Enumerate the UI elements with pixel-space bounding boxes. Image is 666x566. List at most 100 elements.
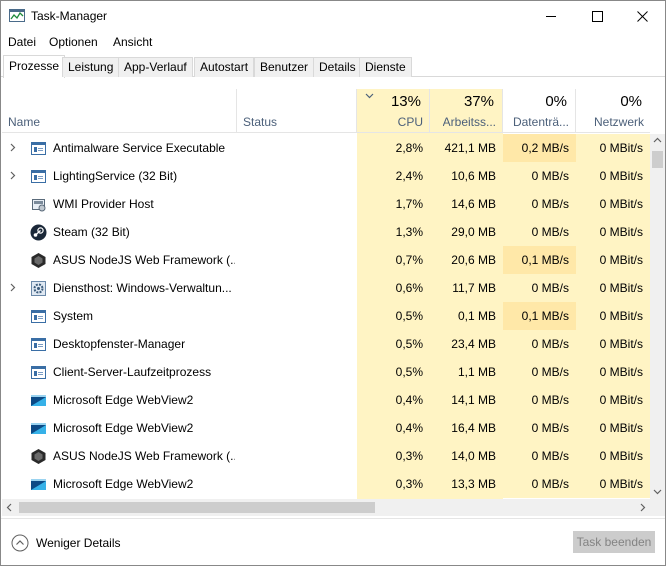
end-task-button[interactable]: Task beenden: [573, 531, 655, 553]
column-header: Name Status 13% CPU 37% Arbeitss... 0% D…: [2, 89, 650, 133]
process-row[interactable]: Microsoft Edge WebView2 0,4% 14,1 MB 0 MB/s…: [2, 386, 650, 414]
horizontal-scroll-thumb[interactable]: [19, 502, 375, 513]
task-manager-app-icon: [9, 9, 25, 22]
process-row[interactable]: Antimalware Service Executable 2,8% 421,1 …: [2, 134, 650, 162]
process-name: WMI Provider Host: [53, 197, 154, 211]
memory-column-header[interactable]: 37% Arbeitss...: [430, 89, 503, 133]
process-row[interactable]: ASUS NodeJS Web Framework (... 0,7% 20,6 M…: [2, 246, 650, 274]
close-button[interactable]: [619, 1, 665, 31]
process-disk: 0,2 MB/s: [503, 134, 576, 162]
steam-icon: [30, 224, 47, 241]
process-disk: 0 MB/s: [503, 358, 576, 386]
cpu-column-header[interactable]: 13% CPU: [357, 89, 430, 133]
horizontal-scrollbar[interactable]: [2, 499, 650, 516]
tab-details[interactable]: Details: [313, 57, 362, 77]
memory-header-label: Arbeitss...: [442, 115, 496, 129]
vertical-scroll-thumb[interactable]: [652, 151, 663, 168]
scroll-down-icon[interactable]: [653, 489, 662, 495]
tab-app-verlauf[interactable]: App-Verlauf: [118, 57, 193, 77]
minimize-icon: [546, 16, 556, 17]
process-disk: 0 MB/s: [503, 190, 576, 218]
menu-ansicht[interactable]: Ansicht: [113, 35, 152, 49]
chevron-right-icon[interactable]: [10, 171, 16, 180]
footer: Weniger Details Task beenden: [1, 518, 665, 565]
process-name: ASUS NodeJS Web Framework (...: [53, 449, 235, 463]
process-memory: 11,7 MB: [452, 281, 496, 295]
process-list: Antimalware Service Executable 2,8% 421,1 …: [2, 134, 650, 499]
process-row[interactable]: System 0,5% 0,1 MB 0,1 MB/s 0 MBit/s: [2, 302, 650, 330]
process-memory: 1,1 MB: [457, 365, 496, 379]
process-disk: 0 MB/s: [503, 162, 576, 190]
process-row[interactable]: Microsoft Edge WebView2 0,4% 16,4 MB 0 MB/s…: [2, 414, 650, 442]
asus-icon: [31, 253, 46, 268]
process-memory: 16,4 MB: [451, 421, 496, 435]
process-row[interactable]: Diensthost: Windows-Verwaltun... 0,6% 11,7…: [2, 274, 650, 302]
edge-webview-icon: [31, 479, 46, 490]
process-disk: 0 MB/s: [503, 414, 576, 442]
process-network: 0 MBit/s: [576, 386, 650, 414]
scroll-right-icon[interactable]: [640, 503, 646, 512]
scroll-left-icon[interactable]: [6, 503, 12, 512]
maximize-button[interactable]: [574, 1, 620, 31]
process-name: Antimalware Service Executable: [53, 141, 226, 155]
less-details-button[interactable]: Weniger Details: [11, 534, 120, 552]
tab-autostart[interactable]: Autostart: [194, 57, 255, 77]
process-row[interactable]: WMI Provider Host 1,7% 14,6 MB 0 MB/s 0 MBit…: [2, 190, 650, 218]
menu-optionen[interactable]: Optionen: [49, 35, 98, 49]
process-row[interactable]: LightingService (32 Bit) 2,4% 10,6 MB 0 MB/…: [2, 162, 650, 190]
process-name: Microsoft Edge WebView2: [53, 393, 194, 407]
menu-bar: Datei Optionen Ansicht: [1, 32, 665, 52]
disk-header-label: Datenträ...: [512, 115, 569, 129]
disk-column-header[interactable]: 0% Datenträ...: [503, 89, 576, 133]
tab-prozesse[interactable]: Prozesse: [3, 55, 66, 78]
asus-icon: [31, 449, 46, 464]
process-row[interactable]: ASUS NodeJS Web Framework (... 0,3% 14,0 M…: [2, 442, 650, 470]
status-column-header[interactable]: Status: [237, 89, 357, 133]
process-network: 0 MBit/s: [576, 414, 650, 442]
less-details-label: Weniger Details: [36, 536, 121, 550]
process-network: 0 MBit/s: [576, 330, 650, 358]
process-network: 0 MBit/s: [576, 442, 650, 470]
window-title: Task-Manager: [31, 9, 108, 23]
scroll-up-icon[interactable]: [653, 137, 662, 143]
process-memory: 23,4 MB: [451, 337, 496, 351]
process-disk: 0 MB/s: [503, 218, 576, 246]
close-icon: [636, 10, 648, 22]
process-row[interactable]: Desktopfenster-Manager 0,5% 23,4 MB 0 MB/s 0…: [2, 330, 650, 358]
process-name: Desktopfenster-Manager: [53, 337, 186, 351]
edge-webview-icon: [31, 423, 46, 434]
process-network: 0 MBit/s: [576, 358, 650, 386]
chevron-right-icon[interactable]: [10, 143, 16, 152]
process-name: Microsoft Edge WebView2: [53, 477, 194, 491]
process-row[interactable]: Client-Server-Laufzeitprozess 0,5% 1,1 MB 0…: [2, 358, 650, 386]
process-cpu: 2,8%: [395, 141, 423, 155]
vertical-scrollbar[interactable]: [650, 134, 665, 499]
process-network: 0 MBit/s: [576, 246, 650, 274]
menu-datei[interactable]: Datei: [8, 35, 36, 49]
chevron-up-circle-icon: [11, 534, 29, 552]
window-icon: [31, 170, 46, 183]
title-bar[interactable]: Task-Manager: [1, 1, 665, 31]
process-cpu: 0,4%: [395, 393, 423, 407]
scrollbar-corner: [650, 499, 665, 516]
tab-leistung[interactable]: Leistung: [62, 57, 120, 77]
network-column-header[interactable]: 0% Netzwerk: [576, 89, 650, 133]
name-header-label: Name: [8, 115, 41, 129]
process-cpu: 0,4%: [395, 421, 423, 435]
minimize-button[interactable]: [528, 1, 574, 31]
process-memory: 0,1 MB: [457, 309, 496, 323]
maximize-icon: [591, 10, 603, 22]
process-name: Steam (32 Bit): [53, 225, 130, 239]
process-network: 0 MBit/s: [576, 274, 650, 302]
name-column-header[interactable]: Name: [2, 89, 237, 133]
process-memory: 14,0 MB: [451, 449, 496, 463]
tab-benutzer[interactable]: Benutzer: [254, 57, 315, 77]
wmi-icon: [32, 199, 46, 212]
process-row[interactable]: Steam (32 Bit) 1,3% 29,0 MB 0 MB/s 0 MBit/s: [2, 218, 650, 246]
process-cpu: 0,3%: [395, 477, 423, 491]
process-row[interactable]: Microsoft Edge WebView2 0,3% 13,3 MB 0 MB/s…: [2, 470, 650, 498]
process-memory: 421,1 MB: [444, 141, 496, 155]
tab-dienste[interactable]: Dienste: [359, 57, 412, 77]
process-name: Microsoft Edge WebView2: [53, 421, 194, 435]
chevron-right-icon[interactable]: [10, 283, 16, 292]
